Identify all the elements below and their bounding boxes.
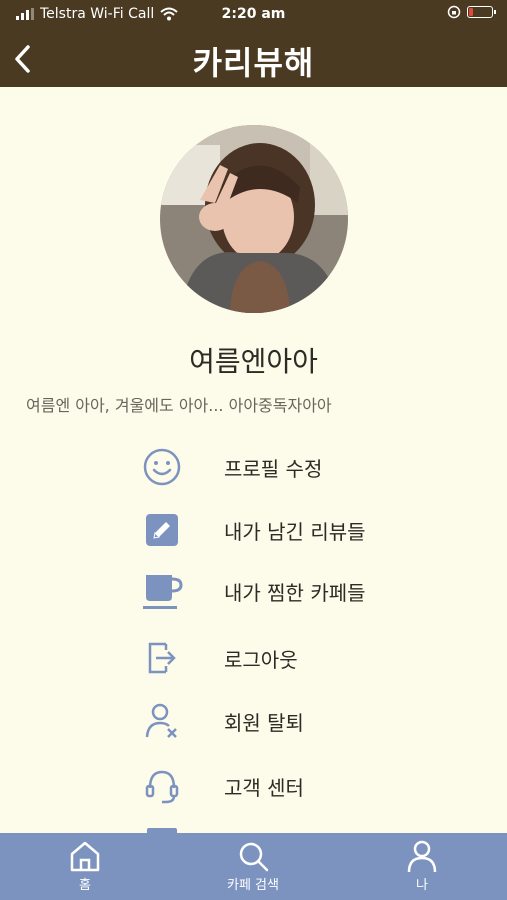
menu-label: 회원 탈퇴 — [224, 710, 304, 735]
smiley-icon — [140, 445, 184, 489]
menu-label: 고객 센터 — [224, 775, 304, 800]
profile-nickname: 여름엔아아 — [189, 345, 318, 378]
menu-customer-center[interactable]: 고객 센터 — [140, 763, 460, 809]
tab-cafe-search[interactable]: 카페 검색 — [193, 833, 313, 900]
app-header: 카리뷰해 — [0, 30, 507, 87]
profile-bio: 여름엔 아아, 겨울에도 아아... 아아중독자아아 — [26, 396, 332, 415]
coffee-cup-icon — [140, 569, 184, 613]
page-title: 카리뷰해 — [192, 44, 315, 82]
status-time: 2:20 am — [221, 6, 286, 22]
menu-withdraw[interactable]: 회원 탈퇴 — [140, 698, 460, 744]
logout-icon — [140, 636, 184, 680]
avatar-photo — [160, 125, 348, 313]
menu-label: 로그아웃 — [224, 647, 298, 672]
menu-label: 프로필 수정 — [224, 456, 323, 481]
bottom-tab-bar: 홈 카페 검색 나 — [0, 833, 507, 900]
menu-logout[interactable]: 로그아웃 — [140, 635, 460, 681]
user-icon — [407, 840, 437, 873]
orientation-lock-icon — [447, 5, 461, 19]
menu-label: 내가 남긴 리뷰들 — [224, 519, 366, 544]
profile-avatar — [160, 125, 348, 313]
battery-icon — [467, 6, 496, 18]
menu-my-cafes[interactable]: 내가 찜한 카페들 — [140, 568, 460, 614]
menu-edit-profile[interactable]: 프로필 수정 — [140, 444, 460, 490]
user-remove-icon — [140, 699, 184, 743]
search-icon — [239, 842, 269, 872]
status-right — [447, 5, 496, 19]
tab-label: 홈 — [79, 878, 91, 893]
edit-pencil-icon — [140, 508, 184, 552]
menu-label: 내가 찜한 카페들 — [224, 580, 366, 605]
home-icon — [70, 841, 100, 872]
tab-label: 카페 검색 — [227, 878, 279, 893]
tab-me[interactable]: 나 — [362, 833, 482, 900]
tab-label: 나 — [416, 878, 428, 893]
menu-my-reviews[interactable]: 내가 남긴 리뷰들 — [140, 507, 460, 553]
status-bar: Telstra Wi-Fi Call 2:20 am — [0, 0, 507, 30]
tab-home[interactable]: 홈 — [25, 833, 145, 900]
headset-icon — [140, 764, 184, 808]
